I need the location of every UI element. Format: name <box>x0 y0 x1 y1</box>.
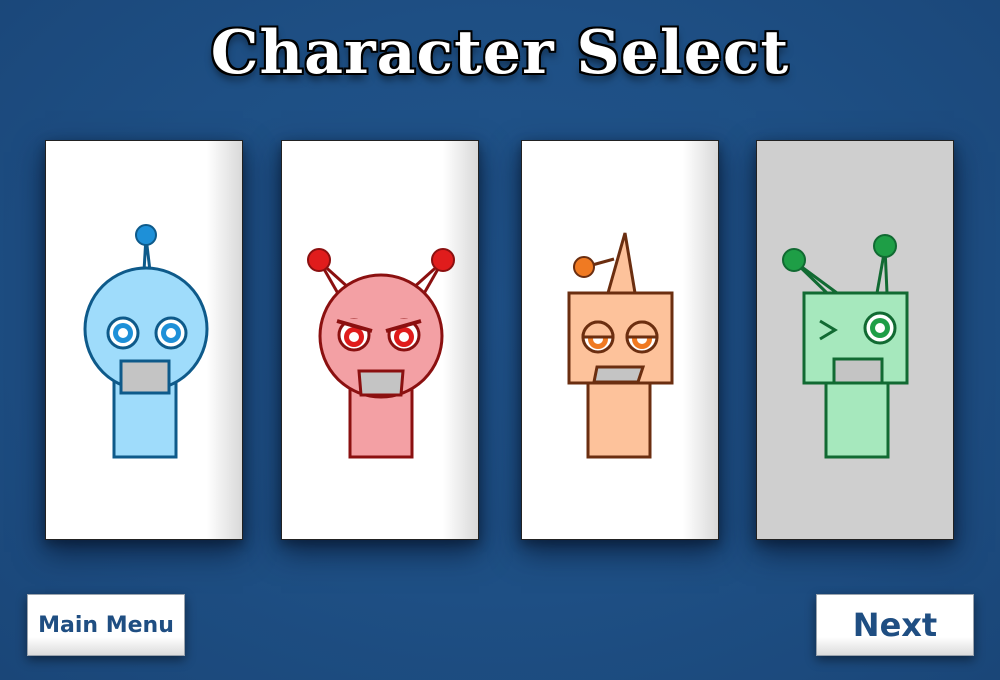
character-card-green-robot[interactable] <box>756 140 954 540</box>
page-title: Character Select <box>210 18 790 88</box>
orange-robot-icon <box>567 232 674 459</box>
green-robot-icon <box>782 234 909 459</box>
red-robot-icon <box>307 248 455 459</box>
main-menu-button[interactable]: Main Menu <box>27 594 185 656</box>
character-card-red-robot[interactable] <box>281 140 479 540</box>
blue-robot-icon <box>83 224 209 459</box>
character-card-orange-robot[interactable] <box>521 140 719 540</box>
next-button[interactable]: Next <box>816 594 974 656</box>
character-card-blue-robot[interactable] <box>45 140 243 540</box>
